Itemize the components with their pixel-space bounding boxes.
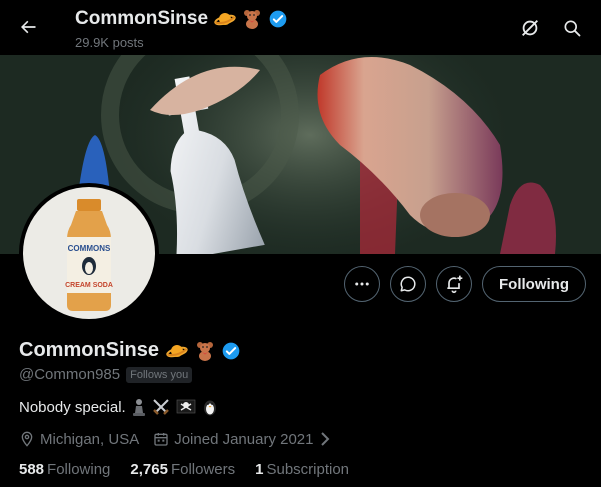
followers-count: 2,765 xyxy=(130,461,168,478)
header-posts-count: 29.9K posts xyxy=(75,35,144,50)
profile-meta: Michigan, USA Joined January 2021 xyxy=(19,430,331,448)
followers-label: Followers xyxy=(170,461,236,478)
ringed-planet-icon xyxy=(166,344,188,357)
joined-text: Joined January 2021 xyxy=(174,430,314,448)
profile-actions: Following xyxy=(344,266,586,302)
profile-bio-text: Nobody special. xyxy=(19,398,126,416)
following-button[interactable]: Following xyxy=(482,266,586,302)
location-item: Michigan, USA xyxy=(19,430,139,448)
profile-header-bar: CommonSinse 29.9K posts xyxy=(0,0,601,55)
profile-stats: 588 Following 2,765 Followers 1 Subscriptio… xyxy=(19,461,349,478)
subscription-count-link[interactable]: 1 Subscription xyxy=(255,461,349,478)
search-icon xyxy=(564,20,581,37)
subscription-count: 1 xyxy=(255,461,264,478)
profile-bio: Nobody special. xyxy=(19,398,218,416)
back-button[interactable] xyxy=(10,9,46,45)
mute-toggle-button[interactable] xyxy=(513,11,547,45)
teddy-bear-icon xyxy=(244,10,261,29)
chevron-right-icon xyxy=(320,432,329,446)
location-text: Michigan, USA xyxy=(40,430,140,448)
bell-plus-icon xyxy=(447,275,463,294)
message-button[interactable] xyxy=(390,266,427,302)
cream-soda-bottle-image: COMMONS CREAM SODA xyxy=(65,199,113,311)
chess-pawn-icon xyxy=(132,399,145,416)
chat-bubble-icon xyxy=(400,276,416,292)
verified-badge-icon[interactable] xyxy=(221,341,241,361)
crossed-swords-icon xyxy=(152,399,169,415)
profile-display-name: CommonSinse xyxy=(19,339,241,362)
calendar-icon xyxy=(154,433,168,446)
search-button[interactable] xyxy=(555,11,589,45)
notifications-button[interactable] xyxy=(436,266,473,302)
location-pin-icon xyxy=(21,431,33,447)
bottle-label-bottom: CREAM SODA xyxy=(65,282,113,289)
joined-item[interactable]: Joined January 2021 xyxy=(153,430,330,448)
more-options-button[interactable] xyxy=(344,266,381,302)
following-label: Following xyxy=(47,461,111,478)
bottle-label-top: COMMONS xyxy=(68,244,111,253)
profile-name-text: CommonSinse xyxy=(19,339,160,361)
pirate-flag-icon xyxy=(176,399,196,414)
ringed-planet-icon xyxy=(214,13,236,26)
slashed-circle-icon xyxy=(522,20,538,36)
profile-handle: @Common985 xyxy=(19,366,121,383)
header-name-text: CommonSinse xyxy=(75,8,209,29)
subscription-label: Subscription xyxy=(266,461,350,478)
profile-avatar[interactable]: COMMONS CREAM SODA xyxy=(19,183,159,323)
header-display-name: CommonSinse xyxy=(75,8,288,30)
teddy-bear-icon xyxy=(197,341,214,361)
penguin-icon xyxy=(203,400,216,416)
verified-badge-icon xyxy=(269,10,287,28)
follows-you-badge: Follows you xyxy=(126,366,193,383)
following-count-link[interactable]: 588 Following xyxy=(19,461,110,478)
ellipsis-icon xyxy=(355,282,369,286)
following-count: 588 xyxy=(19,461,45,478)
arrow-left-icon xyxy=(21,20,36,34)
followers-count-link[interactable]: 2,765 Followers xyxy=(130,461,235,478)
profile-handle-row: @Common985 Follows you xyxy=(19,366,193,383)
